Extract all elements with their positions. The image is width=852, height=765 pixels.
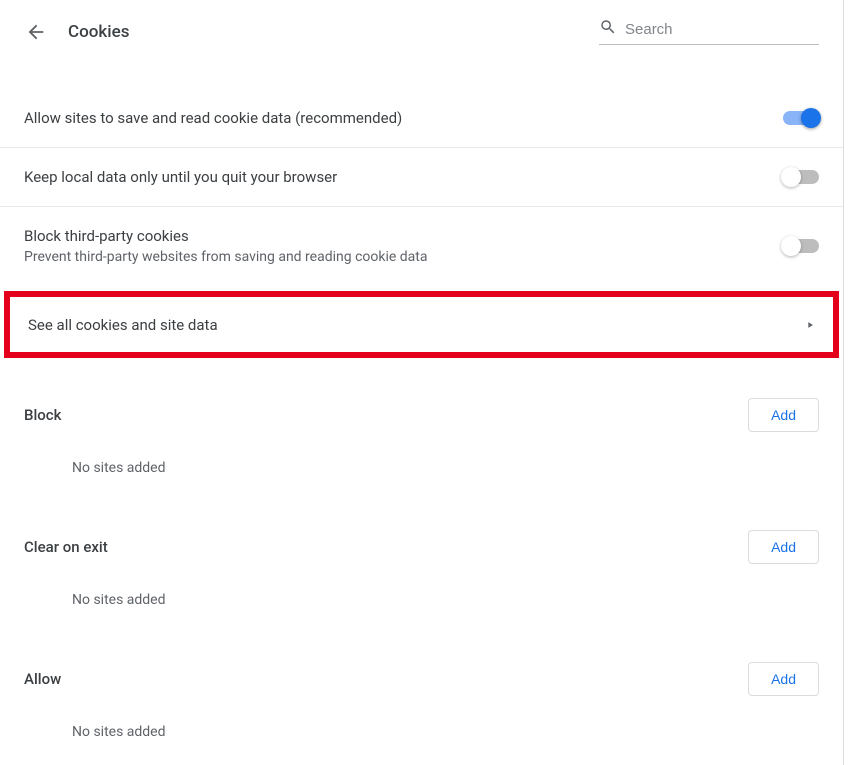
row-block-third-party[interactable]: Block third-party cookies Prevent third-… [0, 207, 843, 285]
add-clear-exit-button[interactable]: Add [748, 530, 819, 564]
add-allow-button[interactable]: Add [748, 662, 819, 696]
allow-empty-message: No sites added [0, 704, 843, 760]
toggle-allow-sites[interactable] [783, 111, 819, 125]
add-block-button[interactable]: Add [748, 398, 819, 432]
page-header: Cookies [0, 0, 843, 63]
toggle-keep-local[interactable] [783, 170, 819, 184]
section-title: Allow [24, 670, 748, 688]
row-title: Block third-party cookies [24, 227, 783, 245]
section-block: Block Add [0, 398, 843, 432]
row-allow-sites[interactable]: Allow sites to save and read cookie data… [0, 89, 843, 148]
chevron-right-icon [805, 315, 815, 334]
toggle-block-third-party[interactable] [783, 239, 819, 253]
row-title: Keep local data only until you quit your… [24, 168, 783, 186]
row-title: See all cookies and site data [28, 316, 805, 334]
row-subtitle: Prevent third-party websites from saving… [24, 249, 783, 265]
clear-exit-empty-message: No sites added [0, 572, 843, 628]
page-title: Cookies [68, 22, 129, 42]
row-title: Allow sites to save and read cookie data… [24, 109, 783, 127]
search-input[interactable] [625, 21, 819, 38]
search-container[interactable] [599, 18, 819, 45]
search-icon [599, 18, 617, 40]
section-title: Clear on exit [24, 538, 748, 556]
section-allow: Allow Add [0, 662, 843, 696]
section-title: Block [24, 406, 748, 424]
row-see-all-cookies[interactable]: See all cookies and site data [4, 291, 839, 358]
section-clear-on-exit: Clear on exit Add [0, 530, 843, 564]
block-empty-message: No sites added [0, 440, 843, 496]
row-keep-local[interactable]: Keep local data only until you quit your… [0, 148, 843, 207]
back-arrow-icon[interactable] [24, 20, 48, 44]
